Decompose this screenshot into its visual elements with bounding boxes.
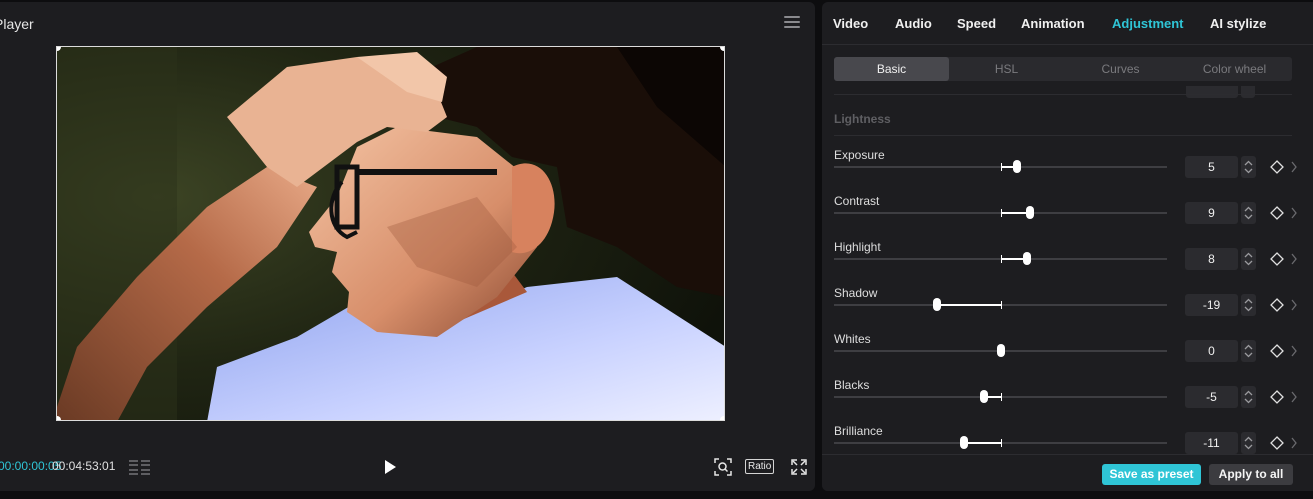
chevron-right-icon[interactable] — [1290, 253, 1298, 265]
tab-speed[interactable]: Speed — [957, 16, 996, 31]
shadow-stepper[interactable] — [1241, 294, 1256, 316]
player-panel: Player — [0, 2, 815, 491]
tab-ai-stylize[interactable]: AI stylize — [1210, 16, 1266, 31]
keyframe-icon[interactable] — [1270, 344, 1284, 358]
brilliance-slider[interactable] — [834, 436, 1167, 449]
keyframe-icon[interactable] — [1270, 206, 1284, 220]
brilliance-stepper[interactable] — [1241, 432, 1256, 454]
contrast-stepper[interactable] — [1241, 202, 1256, 224]
zoom-icon[interactable] — [714, 458, 732, 476]
slider-row-highlight: Highlight 8 — [822, 240, 1313, 286]
inspector-footer: Save as preset Apply to all — [822, 454, 1313, 491]
whites-stepper[interactable] — [1241, 340, 1256, 362]
chevron-right-icon[interactable] — [1290, 345, 1298, 357]
video-preview[interactable] — [56, 46, 725, 421]
slider-row-whites: Whites 0 — [822, 332, 1313, 378]
slider-row-contrast: Contrast 9 — [822, 194, 1313, 240]
chevron-right-icon[interactable] — [1290, 299, 1298, 311]
shadow-slider-handle[interactable] — [933, 298, 941, 311]
keyframe-icon[interactable] — [1270, 252, 1284, 266]
blacks-slider[interactable] — [834, 390, 1167, 403]
blacks-value-input[interactable]: -5 — [1185, 386, 1238, 408]
shadow-slider[interactable] — [834, 298, 1167, 311]
blacks-stepper[interactable] — [1241, 386, 1256, 408]
total-time: 00:04:53:01 — [52, 459, 116, 473]
divider — [834, 94, 1292, 95]
blacks-label: Blacks — [834, 378, 870, 392]
highlight-slider-center-tick — [1001, 255, 1002, 263]
divider — [834, 135, 1292, 136]
brilliance-slider-fill — [964, 442, 1001, 444]
adjustment-subtabs: Basic HSL Curves Color wheel — [834, 57, 1292, 81]
slider-row-shadow: Shadow -19 — [822, 286, 1313, 332]
highlight-stepper[interactable] — [1241, 248, 1256, 270]
highlight-slider-handle[interactable] — [1023, 252, 1031, 265]
exposure-slider-center-tick — [1001, 163, 1002, 171]
chevron-right-icon[interactable] — [1290, 437, 1298, 449]
ratio-button[interactable]: Ratio — [745, 459, 775, 474]
subtab-basic[interactable]: Basic — [834, 57, 949, 81]
section-lightness: Lightness — [834, 112, 891, 126]
highlight-value-input[interactable]: 8 — [1185, 248, 1238, 270]
chevron-right-icon[interactable] — [1290, 391, 1298, 403]
tab-adjustment[interactable]: Adjustment — [1112, 16, 1184, 31]
keyframe-icon[interactable] — [1270, 390, 1284, 404]
tab-video[interactable]: Video — [833, 16, 868, 31]
highlight-slider[interactable] — [834, 252, 1167, 265]
keyframe-icon[interactable] — [1270, 436, 1284, 450]
contrast-slider-handle[interactable] — [1026, 206, 1034, 219]
blacks-slider-handle[interactable] — [980, 390, 988, 403]
subtab-curves[interactable]: Curves — [1063, 57, 1178, 81]
brilliance-label: Brilliance — [834, 424, 883, 438]
video-frame-image — [57, 47, 724, 420]
contrast-slider[interactable] — [834, 206, 1167, 219]
apply-to-all-button[interactable]: Apply to all — [1209, 464, 1293, 485]
play-icon[interactable] — [385, 460, 396, 474]
crop-handle-top-right[interactable] — [720, 47, 724, 51]
shadow-slider-fill — [937, 304, 1001, 306]
tab-animation[interactable]: Animation — [1021, 16, 1085, 31]
menu-icon[interactable] — [784, 16, 800, 30]
chevron-right-icon[interactable] — [1290, 161, 1298, 173]
brilliance-value-input[interactable]: -11 — [1185, 432, 1238, 454]
contrast-slider-center-tick — [1001, 209, 1002, 217]
whites-value-input[interactable]: 0 — [1185, 340, 1238, 362]
fullscreen-icon[interactable] — [791, 458, 807, 476]
brilliance-slider-center-tick — [1001, 439, 1002, 447]
subtab-color-wheel[interactable]: Color wheel — [1177, 57, 1292, 81]
contrast-label: Contrast — [834, 194, 880, 208]
player-title: Player — [0, 16, 34, 32]
save-as-preset-button[interactable]: Save as preset — [1102, 464, 1201, 485]
keyframe-icon[interactable] — [1270, 298, 1284, 312]
inspector-panel: Video Audio Speed Animation Adjustment A… — [822, 2, 1313, 491]
previous-stepper[interactable] — [1241, 86, 1255, 98]
previous-value-field[interactable] — [1186, 86, 1238, 98]
highlight-label: Highlight — [834, 240, 881, 254]
exposure-value-input[interactable]: 5 — [1185, 156, 1238, 178]
slider-row-blacks: Blacks -5 — [822, 378, 1313, 424]
shadow-slider-center-tick — [1001, 301, 1002, 309]
contrast-value-input[interactable]: 9 — [1185, 202, 1238, 224]
chevron-right-icon[interactable] — [1290, 207, 1298, 219]
whites-label: Whites — [834, 332, 871, 346]
whites-slider[interactable] — [834, 344, 1167, 357]
keyframe-icon[interactable] — [1270, 160, 1284, 174]
exposure-label: Exposure — [834, 148, 885, 162]
slider-row-exposure: Exposure 5 — [822, 148, 1313, 194]
blacks-slider-center-tick — [1001, 393, 1002, 401]
crop-handle-bottom-right[interactable] — [720, 416, 724, 420]
whites-slider-handle[interactable] — [997, 344, 1005, 357]
tab-audio[interactable]: Audio — [895, 16, 932, 31]
exposure-slider[interactable] — [834, 160, 1167, 173]
shadow-label: Shadow — [834, 286, 878, 300]
shadow-value-input[interactable]: -19 — [1185, 294, 1238, 316]
exposure-slider-handle[interactable] — [1013, 160, 1021, 173]
subtab-hsl[interactable]: HSL — [949, 57, 1064, 81]
grid-icon[interactable] — [129, 460, 150, 475]
brilliance-slider-handle[interactable] — [960, 436, 968, 449]
exposure-stepper[interactable] — [1241, 156, 1256, 178]
crop-handle-bottom-left[interactable] — [57, 416, 61, 420]
inspector-tabs: Video Audio Speed Animation Adjustment A… — [822, 2, 1313, 45]
